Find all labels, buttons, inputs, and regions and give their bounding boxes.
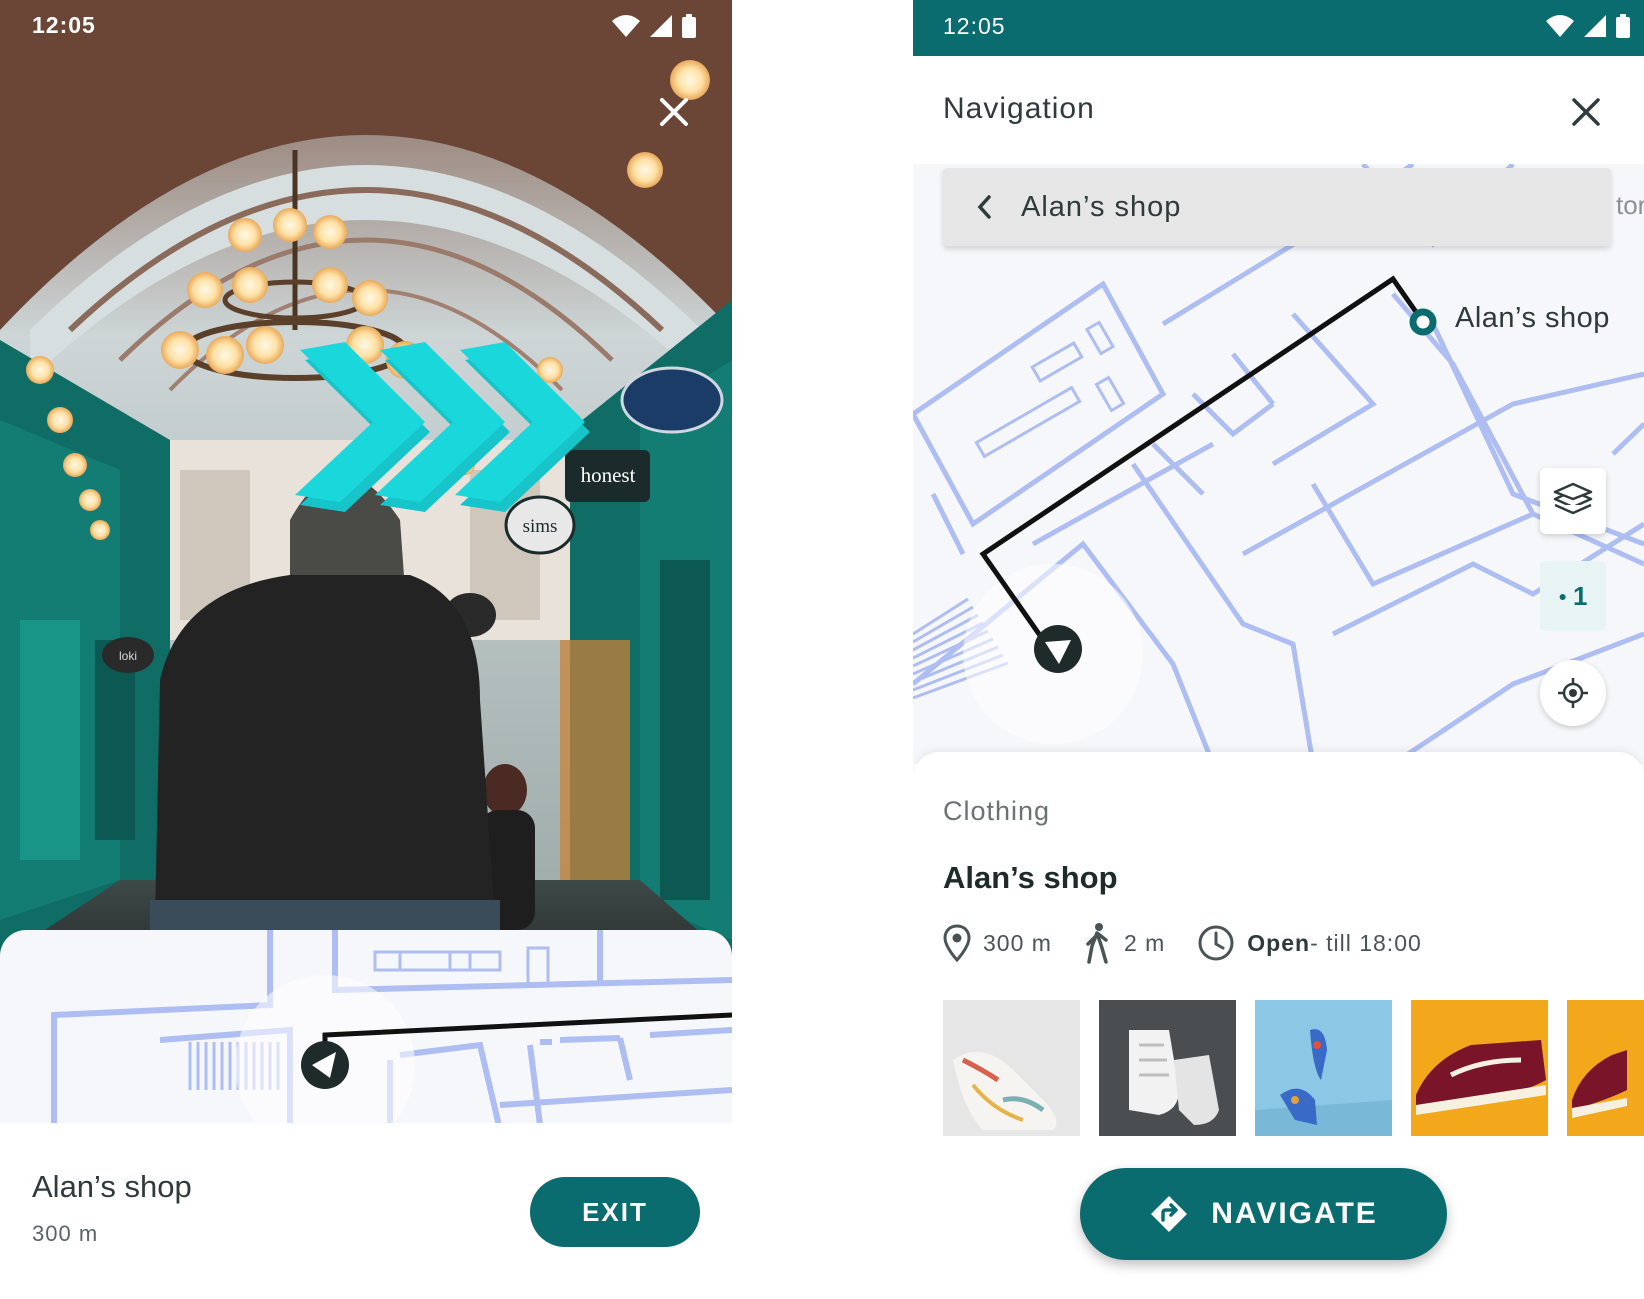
gallery-photo-4[interactable] — [1411, 1000, 1548, 1136]
photo-gallery[interactable] — [943, 1000, 1644, 1136]
sneaker-photo — [1411, 1000, 1548, 1136]
signal-icon — [650, 15, 672, 37]
status-bar: 12:05 — [0, 0, 732, 52]
search-value: Alan’s shop — [1021, 190, 1182, 223]
ar-camera-view: honest sims loki — [0, 0, 732, 960]
my-location-button[interactable] — [1540, 660, 1606, 726]
minimap-floorplan — [51, 930, 732, 1125]
opening-hours-info: Open - till 18:00 — [1197, 924, 1422, 962]
destination-name: Alan’s shop — [32, 1169, 192, 1204]
chevron-left-icon — [977, 195, 991, 219]
status-icons — [1546, 14, 1630, 38]
layers-button[interactable] — [1540, 468, 1606, 534]
search-bar[interactable]: Alan’s shop — [943, 168, 1611, 246]
gallery-photo-3[interactable] — [1255, 1000, 1392, 1136]
camera-photo: honest sims loki — [0, 0, 732, 960]
status-time: 12:05 — [32, 12, 96, 38]
open-status: Open — [1247, 929, 1311, 956]
back-button[interactable] — [965, 187, 1005, 227]
status-time: 12:05 — [943, 13, 1006, 39]
sneaker-photo — [1099, 1000, 1236, 1136]
user-location-icon — [1034, 625, 1082, 673]
navigation-screen: 12:05 Navigation Alan’s shop tor Alan’s … — [913, 0, 1644, 1299]
page-title: Navigation — [943, 92, 1095, 125]
ar-destination-panel: Alan’s shop 300 m EXIT — [0, 1123, 732, 1299]
place-distance: 300 m — [983, 929, 1052, 956]
wifi-icon — [612, 15, 640, 37]
sneaker-photo — [943, 1000, 1080, 1136]
exit-button[interactable]: EXIT — [530, 1177, 700, 1247]
ar-navigation-screen: honest sims loki 12:05 Alan’s shop 300 m… — [0, 0, 732, 1299]
map-destination-label: Alan’s shop — [1455, 302, 1610, 334]
distance-info: 300 m — [943, 924, 1052, 962]
directions-icon — [1151, 1196, 1188, 1232]
indoor-map[interactable] — [913, 164, 1644, 764]
my-location-icon — [1558, 678, 1588, 708]
status-bar: 12:05 — [913, 0, 1644, 56]
navigate-button[interactable]: NAVIGATE — [1080, 1168, 1447, 1260]
place-meta: 300 m 2 m Open - till 18:00 — [943, 922, 1454, 964]
close-icon — [1572, 98, 1600, 126]
walking-icon — [1086, 923, 1108, 964]
battery-icon — [682, 14, 696, 38]
close-button[interactable] — [1568, 94, 1604, 130]
floorplan — [913, 164, 1644, 764]
destination-marker[interactable] — [1409, 308, 1437, 336]
sign-honest: honest — [581, 463, 636, 487]
gallery-photo-5[interactable] — [1567, 1000, 1644, 1136]
place-details-sheet: Clothing Alan’s shop 300 m 2 m Open - ti… — [913, 752, 1644, 1299]
place-category: Clothing — [943, 796, 1051, 826]
battery-icon — [1616, 14, 1630, 38]
gallery-photo-1[interactable] — [943, 1000, 1080, 1136]
status-icons — [612, 14, 696, 38]
floor-label: 1 — [1573, 580, 1588, 611]
sign-sims: sims — [523, 516, 558, 537]
layers-icon — [1553, 482, 1593, 515]
gallery-photo-2[interactable] — [1099, 1000, 1236, 1136]
place-walk-time: 2 m — [1123, 929, 1166, 956]
ar-minimap — [0, 930, 732, 1125]
open-until: - till 18:00 — [1310, 929, 1422, 956]
ar-close-button[interactable] — [654, 92, 694, 132]
place-name: Alan’s shop — [943, 860, 1118, 895]
heels-photo — [1255, 1000, 1392, 1136]
walk-time-info: 2 m — [1084, 922, 1165, 964]
user-location-icon — [301, 1041, 349, 1089]
floor-selector[interactable]: ● 1 — [1540, 561, 1606, 631]
location-pin-icon — [943, 924, 971, 962]
signal-icon — [1584, 15, 1606, 37]
clock-icon — [1198, 925, 1234, 961]
app-header: Navigation — [913, 56, 1644, 164]
close-icon — [660, 98, 688, 126]
sign-loki: loki — [119, 649, 137, 663]
navigate-label: NAVIGATE — [1211, 1197, 1378, 1230]
sneaker-photo — [1567, 1000, 1644, 1136]
wifi-icon — [1546, 15, 1574, 37]
destination-distance: 300 m — [32, 1221, 99, 1246]
search-suggestion-peek: tor — [1616, 190, 1644, 220]
